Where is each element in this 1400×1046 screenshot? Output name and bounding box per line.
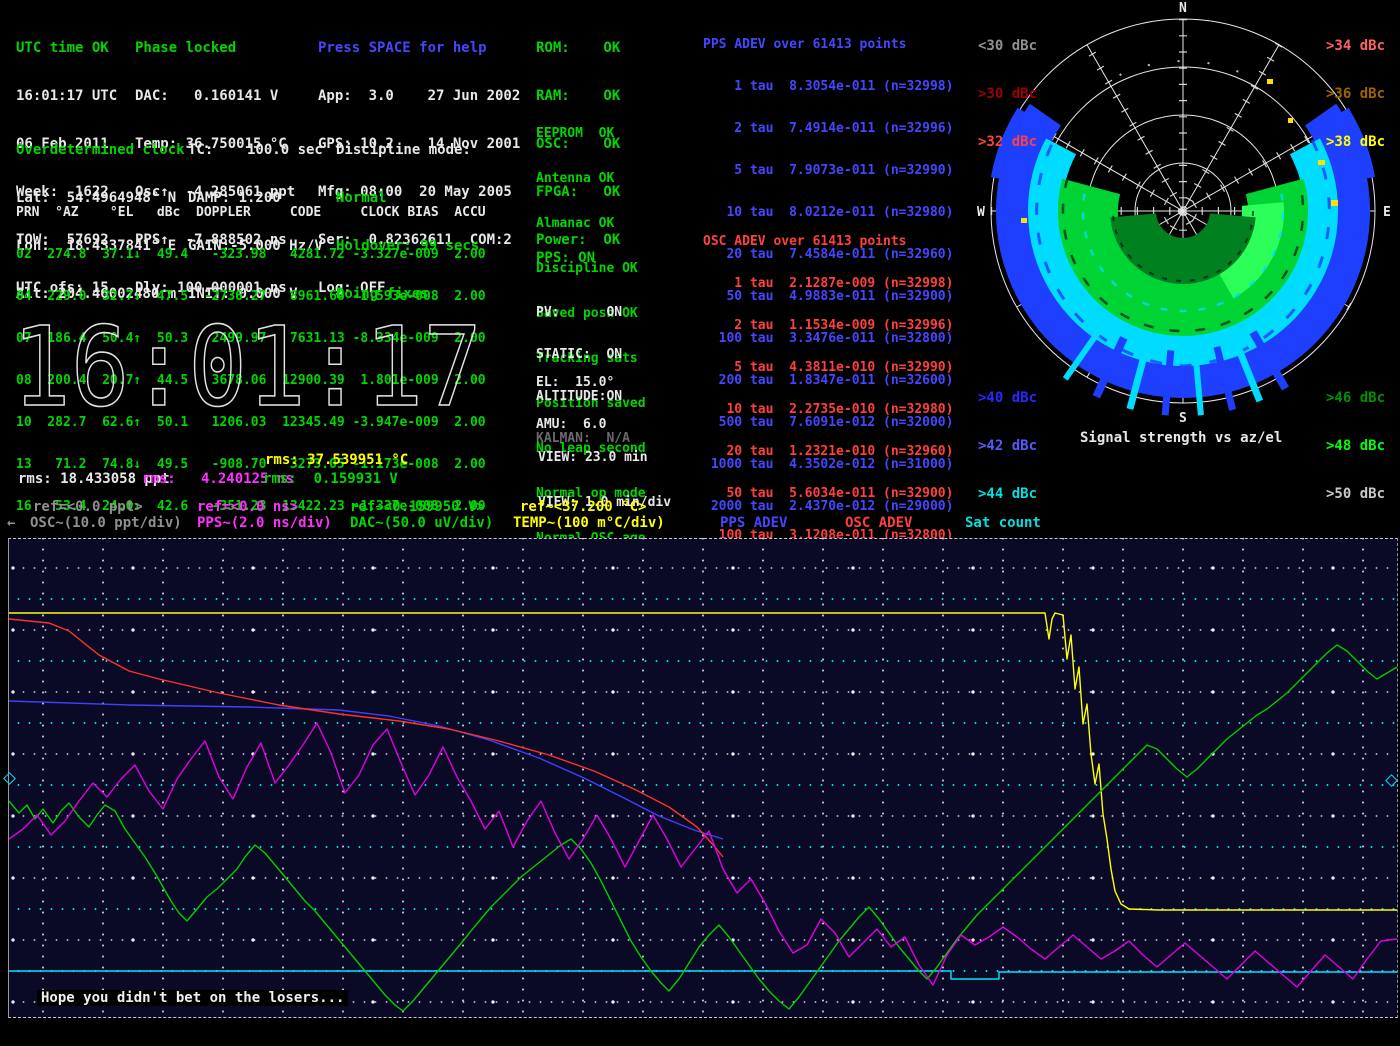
dbc-gt46: >46 dBc <box>1326 390 1385 406</box>
sat-row: 13 71.2 74.8↓ 49.5 -908.70 3273.05 -1.17… <box>16 458 486 472</box>
adev-row: 2 tau 1.1534e-009 (n=32996) <box>703 319 953 333</box>
scale-osc: OSC~(10.0 ppt/div) <box>30 515 182 531</box>
dbc-gt30: >30 dBc <box>978 86 1037 102</box>
adev-row: 5 tau 7.9073e-011 (n=32990) <box>703 164 953 178</box>
adev-row: 2 tau 7.4914e-011 (n=32996) <box>703 122 953 136</box>
sat-row: 04 229.0 32.7↓ 47.5 -2736.27 8961.66 -1.… <box>16 290 486 304</box>
strip-chart-traces <box>9 539 1397 1017</box>
dbc-gt36: >36 dBc <box>1326 86 1385 102</box>
dbc-gt50: >50 dBc <box>1326 486 1385 502</box>
phase-status: Phase locked <box>135 40 295 56</box>
status-message: Hope you didn't bet on the losers... <box>37 990 348 1006</box>
dbc-gt32: >32 dBc <box>978 134 1037 150</box>
dbc-gt40: >40 dBc <box>978 390 1037 406</box>
view-span: VIEW: 23.0 min <box>538 450 671 465</box>
lady-heather-screen: UTC time OK 16:01:17 UTC 06 Feb 2011 Wee… <box>0 0 1400 1046</box>
compass-north-label: N <box>1179 1 1187 16</box>
pv-flag: PV: ON <box>536 306 630 320</box>
utc-time: 16:01:17 UTC <box>16 88 117 104</box>
el-mask: EL: 15.0° <box>536 376 614 390</box>
scale-dac: DAC~(50.0 uV/div) <box>350 515 493 531</box>
dbc-gt34: >34 dBc <box>1326 38 1385 54</box>
adev-row: 5 tau 4.3811e-010 (n=32990) <box>703 361 953 375</box>
pps-adev-title: PPS ADEV over 61413 points <box>703 38 953 52</box>
adev-row: 10 tau 2.2735e-010 (n=32980) <box>703 403 953 417</box>
ref-osc: ref=<0.0 ppt> <box>33 499 143 515</box>
rom-status: ROM: OK <box>536 40 620 56</box>
dbc-gt38: >38 dBc <box>1326 134 1385 150</box>
ref-pps: ref=<0.0 ns> <box>197 499 298 515</box>
scale-pps: PPS~(2.0 ns/div) <box>197 515 332 531</box>
polar-title: Signal strength vs az/el <box>1080 430 1282 446</box>
dbc-legend-top-left: <30 dBc >30 dBc >32 dBc <box>978 6 1037 182</box>
osc-adev-title: OSC ADEV over 61413 points <box>703 235 953 249</box>
adev-row: 50 tau 5.6034e-011 (n=32900) <box>703 487 953 501</box>
utc-status: UTC time OK <box>16 40 117 56</box>
digital-clock-svg: 16:01:17 <box>8 303 498 421</box>
series-osc-adev-label: OSC ADEV <box>845 515 912 531</box>
rms-temp: rms: 37.539951 °C <box>265 452 408 468</box>
digital-clock: 16:01:17 <box>8 303 498 425</box>
clock-digits: 16:01:17 <box>12 303 482 421</box>
dbc-legend-bottom-right: >46 dBc >48 dBc >50 dBc <box>1326 358 1385 534</box>
adev-row: 20 tau 1.2321e-010 (n=32960) <box>703 445 953 459</box>
rms-dac: rms: 0.159931 V <box>263 471 398 487</box>
antenna-status: Antenna OK <box>536 171 646 186</box>
series-sat-count-label: Sat count <box>965 515 1041 531</box>
time-constant: TC: 100.0 sec <box>188 142 323 158</box>
scroll-left-arrow-icon[interactable]: ← <box>7 515 15 531</box>
dbc-gt44: >44 dBc <box>978 486 1037 502</box>
dbc-gt48: >48 dBc <box>1326 438 1385 454</box>
sat-table-header: PRN °AZ °EL dBc DOPPLER CODE CLOCK BIAS … <box>16 206 486 220</box>
almanac-status: Almanac OK <box>536 216 646 231</box>
adev-row: 1 tau 8.3054e-011 (n=32998) <box>703 80 953 94</box>
strip-chart-plot-area[interactable]: Hope you didn't bet on the losers... <box>8 538 1398 1018</box>
app-version: App: 3.0 27 Jun 2002 <box>318 88 520 104</box>
scale-temp: TEMP~(100 m°C/div) <box>513 515 665 531</box>
dbc-gt42: >42 dBc <box>978 438 1037 454</box>
sat-row: 02 274.8 37.1↓ 49.4 -323.98 4281.72 -3.3… <box>16 248 486 262</box>
ref-dac: ref~<0.159950 V> <box>350 499 485 515</box>
compass-east-label: E <box>1383 205 1391 220</box>
eeprom-status: EEPROM OK <box>536 126 646 141</box>
dbc-lt30: <30 dBc <box>978 38 1037 54</box>
ref-temp: ref~<37.200 °C> <box>520 499 646 515</box>
help-hint: Press SPACE for help <box>318 40 520 56</box>
dbc-legend-bottom-left: >40 dBc >42 dBc >44 dBc <box>978 358 1037 534</box>
discipline-label: Discipline mode: <box>336 142 479 158</box>
compass-south-label: S <box>1179 411 1187 426</box>
dbc-legend-top-right: >34 dBc >36 dBc >38 dBc <box>1326 6 1385 182</box>
compass-west-label: W <box>977 205 985 220</box>
pps-state: PPS: ON <box>536 250 595 266</box>
adev-row: 1 tau 2.1287e-009 (n=32998) <box>703 277 953 291</box>
receiver-mode: Overdetermined clock <box>16 142 185 158</box>
dac-value: DAC: 0.160141 V <box>135 88 295 104</box>
series-pps-adev-label: PPS ADEV <box>720 515 787 531</box>
